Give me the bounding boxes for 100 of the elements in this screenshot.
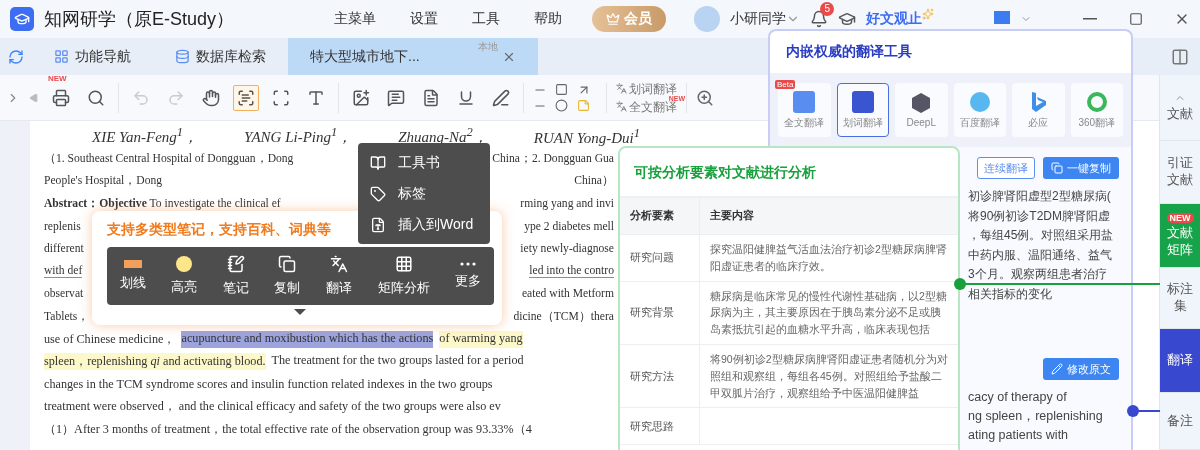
comment-icon xyxy=(387,88,405,107)
translation-engine-button[interactable]: 百度翻译 xyxy=(953,83,1006,137)
table-cell: 研究背景 xyxy=(620,281,700,344)
document-text: acupuncture and moxibustion which has the actions xyxy=(181,330,434,348)
zoom-in-icon[interactable] xyxy=(696,88,714,107)
app-title: 知网研学（原E-Study） xyxy=(44,8,235,31)
word-translate-button[interactable]: 划词翻译 xyxy=(616,81,677,96)
author-name: YANG Li-Ping$^{1}$， xyxy=(244,125,353,147)
translation-text: 相关指标的变化 xyxy=(968,285,1053,303)
refresh-icon[interactable] xyxy=(8,48,24,65)
page-view-icon[interactable] xyxy=(1171,47,1189,66)
source-text: ng spleen，replenishing xyxy=(968,408,1104,425)
menu-item[interactable]: 标签 xyxy=(358,178,490,209)
note-action-button[interactable]: 划线 xyxy=(119,260,146,292)
connector-line xyxy=(1127,405,1160,417)
minimize-icon xyxy=(1083,18,1097,20)
copy-button[interactable]: 一键复制 xyxy=(1043,157,1119,179)
note-icon xyxy=(226,255,245,273)
image-icon xyxy=(352,88,370,107)
translation-engine-button[interactable]: Beta 全文翻译 xyxy=(778,83,831,137)
document-text: eated with Metform xyxy=(521,287,614,301)
menu-item[interactable]: 设置 xyxy=(410,10,438,28)
area-select-icon xyxy=(272,88,290,107)
document-text: changes in the TCM syndrome scores and insulin function related indexes in the two groups xyxy=(44,376,493,392)
beta-badge: Beta xyxy=(775,80,796,89)
deepl-logo-icon xyxy=(910,92,933,114)
ring-logo-icon xyxy=(1085,90,1108,113)
menu-item[interactable]: 主菜单 xyxy=(334,10,376,28)
table-cell: 研究思路 xyxy=(620,408,700,445)
redo-icon xyxy=(167,88,185,107)
maximize-icon xyxy=(1129,12,1143,26)
document-text: ype 2 diabetes mell xyxy=(524,219,614,233)
document-text: spleen，replenishing qi and activating blood. xyxy=(44,353,266,371)
text-select-tool-button[interactable] xyxy=(233,84,259,111)
document-text: replenis xyxy=(44,219,81,233)
translation-text: 3个月。观察两组患者治疗 xyxy=(968,266,1108,283)
note-action-button[interactable]: 笔记 xyxy=(222,255,249,297)
sparkle-icon xyxy=(922,8,934,20)
note-action-button[interactable]: 翻译 xyxy=(326,255,353,297)
table-cell-text: 探究温阳健脾益气活血法治疗初诊2型糖尿病脾肾阳虚证患者的临床疗效。 xyxy=(710,242,948,274)
sidebar-tab[interactable]: NEW 文献矩阵 xyxy=(1160,204,1200,269)
sidebar-tab[interactable]: 文献 xyxy=(1160,75,1200,141)
bing-logo-icon xyxy=(1029,90,1048,113)
translation-text: 将90例初诊T2DM脾肾阳虚 xyxy=(968,207,1111,225)
user-name[interactable]: 小研同学 xyxy=(730,10,800,28)
menu-item[interactable]: 插入到Word xyxy=(358,209,490,240)
document-text: The treatment for the two groups lasted for a period xyxy=(271,353,524,370)
column-header: 主要内容 xyxy=(709,208,755,224)
panel-title: 内嵌权威的翻译工具 xyxy=(770,31,1131,73)
edit-source-button[interactable]: 修改原文 xyxy=(1043,358,1119,380)
document-text: （1. Southeast Central Hospital of Dongguan，Dong xyxy=(44,150,294,166)
tab[interactable]: 数据库检索 xyxy=(153,38,288,75)
translation-text: ，每组45例。对照组采用盐 xyxy=(968,227,1115,244)
tab-label: 功能导航 xyxy=(75,47,131,66)
bell-icon[interactable] xyxy=(810,10,828,28)
sidebar-tab[interactable]: 翻译 xyxy=(1160,329,1200,394)
pen-icon xyxy=(492,88,510,107)
tab[interactable]: 特大型城市地下... 本地 xyxy=(288,38,538,75)
translation-text: 中药内服、温阳通络、益气 xyxy=(968,246,1113,264)
document-text: Abstract：Objective To investigate the clinical ef xyxy=(44,196,281,211)
theme-swatch[interactable] xyxy=(994,10,1010,24)
note-action-button[interactable]: 矩阵分析 xyxy=(377,255,430,297)
translation-text: 初诊脾肾阳虚型2型糖尿病( xyxy=(968,188,1112,205)
note-action-button[interactable]: 复制 xyxy=(274,255,301,297)
sidebar-tab[interactable]: 备注 xyxy=(1160,393,1200,450)
document-text: observat xyxy=(44,287,84,301)
note-action-button[interactable]: 高亮 xyxy=(171,256,198,296)
document-text: different xyxy=(44,242,84,256)
translation-engine-button[interactable]: 360翻译 xyxy=(1070,83,1123,137)
column-header: 分析要素 xyxy=(620,198,700,234)
grid-icon xyxy=(54,49,69,64)
popup-title: 支持多类型笔记，支持百科、词典等 xyxy=(107,221,331,239)
text-icon xyxy=(307,88,325,107)
crown-icon xyxy=(606,12,620,26)
new-label: NEW xyxy=(48,74,67,83)
document-text: of warming yang xyxy=(439,330,523,348)
promo-link[interactable]: 好文观止 xyxy=(866,10,922,28)
menu-item[interactable]: 工具书 xyxy=(358,147,490,178)
source-text: cacy of therapy of xyxy=(968,389,1068,406)
tab-label: 特大型城市地下... xyxy=(310,47,420,66)
translation-engine-button[interactable]: DeepL xyxy=(895,83,948,137)
notification-badge: 5 xyxy=(820,2,834,16)
underline-icon xyxy=(457,88,475,107)
document-text: with def xyxy=(44,264,83,279)
search-icon xyxy=(87,88,105,107)
book-icon xyxy=(370,154,386,171)
note-action-button[interactable]: 更多 xyxy=(455,262,482,290)
document-text: （1）After 3 months of treatment，the total effective rate of the observation group was 93.33%（4 xyxy=(44,420,532,438)
translation-engine-button[interactable]: 划词翻译 xyxy=(836,83,889,137)
tab[interactable]: 功能导航 xyxy=(32,38,153,75)
menu-item[interactable]: 帮助 xyxy=(534,10,562,28)
table-cell-text: 糖尿病是临床常见的慢性代谢性基础病，以2型糖尿病为主，其主要原因在于胰岛素分泌不足或胰岛素抵抗引起的血糖水平升高，临床表现包括 xyxy=(710,288,948,338)
graduation-cap-icon[interactable] xyxy=(838,10,856,28)
tag-icon xyxy=(370,185,386,202)
more-icon xyxy=(460,262,477,266)
author-name: XIE Yan-Feng$^{1}$， xyxy=(92,125,199,147)
text-select-icon xyxy=(237,88,255,107)
tab-tag: 本地 xyxy=(478,40,498,54)
menu-item[interactable]: 工具 xyxy=(472,10,500,28)
translation-engine-button[interactable]: 必应 xyxy=(1012,83,1065,137)
